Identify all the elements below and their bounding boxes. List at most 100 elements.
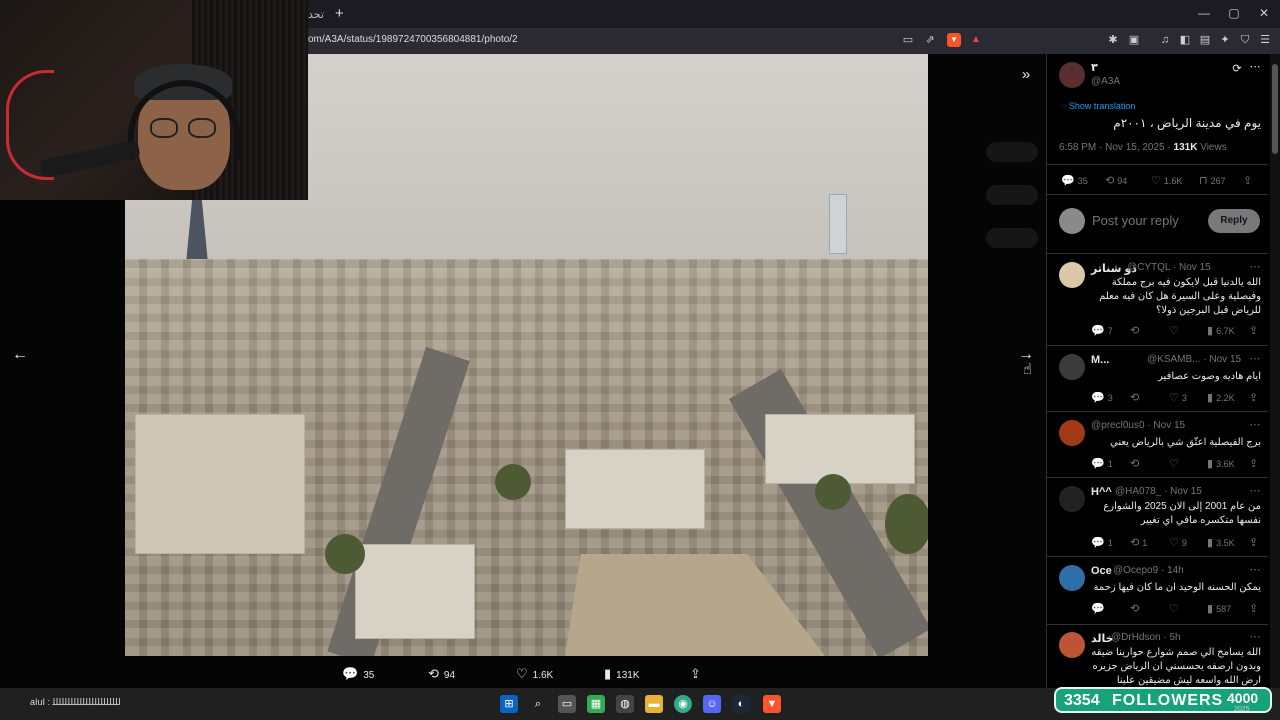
reply-reply-stat[interactable]: 💬 1: [1091, 536, 1113, 549]
reply-share-stat[interactable]: ⇪: [1249, 391, 1261, 404]
media-icon[interactable]: ♫: [1158, 33, 1172, 47]
tweet-like-stat[interactable]: ♡ 1.6K: [1151, 174, 1182, 187]
reply-avatar[interactable]: [1059, 486, 1085, 512]
reply-reply-stat[interactable]: 💬 1: [1091, 457, 1113, 470]
reply-repost-stat[interactable]: ⟲: [1130, 602, 1142, 615]
reply-share-stat[interactable]: ⇪: [1249, 324, 1261, 337]
panel-scrollbar[interactable]: [1270, 54, 1280, 688]
reply-views-stat[interactable]: ▮ 6.7K: [1207, 324, 1235, 337]
show-translation-link[interactable]: ◌ Show translation: [1061, 101, 1135, 111]
faded-button: [986, 142, 1038, 162]
task-view-icon[interactable]: ▭: [558, 695, 576, 713]
scroll-thumb[interactable]: [1272, 64, 1278, 154]
tree: [325, 534, 365, 574]
reply-reply-stat[interactable]: 💬: [1091, 602, 1108, 615]
brave-rewards-icon[interactable]: ▲: [969, 33, 983, 47]
leo-ai-icon[interactable]: ✦: [1218, 33, 1232, 47]
reply-repost-stat[interactable]: ⟲: [1130, 391, 1142, 404]
tweet-share-stat[interactable]: ⇪: [1243, 174, 1255, 187]
more-icon[interactable]: ⋯: [1248, 563, 1262, 577]
reply-like-stat[interactable]: ♡: [1169, 324, 1182, 337]
more-icon[interactable]: ⋯: [1248, 418, 1262, 432]
steam-icon[interactable]: ◐: [732, 695, 750, 713]
start-icon[interactable]: ⊞: [500, 695, 518, 713]
share-action[interactable]: ⇪: [690, 662, 706, 686]
cast-icon[interactable]: ▭: [901, 33, 915, 47]
reply-action[interactable]: 💬 35: [342, 662, 374, 686]
reply-reply-stat[interactable]: 💬 3: [1091, 391, 1113, 404]
expand-icon[interactable]: »: [1014, 66, 1038, 86]
reply-share-stat[interactable]: ⇪: [1249, 602, 1261, 615]
reply-name[interactable]: M...: [1091, 354, 1109, 366]
sidebar-icon[interactable]: ◧: [1178, 33, 1192, 47]
extensions-icon[interactable]: ✱: [1106, 33, 1120, 47]
app-icon[interactable]: ◍: [616, 695, 634, 713]
tweet-time[interactable]: 6:58 PM · Nov 15, 2025 ·: [1059, 142, 1171, 153]
author-avatar[interactable]: [1059, 62, 1085, 88]
reply-views-stat[interactable]: ▮ 587: [1207, 602, 1231, 615]
minimize-icon[interactable]: —: [1196, 6, 1212, 20]
reply-views-stat[interactable]: ▮ 2.2K: [1207, 391, 1235, 404]
reply-handle[interactable]: @KSAMB... · Nov 15: [1147, 354, 1241, 365]
new-tab-button[interactable]: +: [335, 5, 349, 23]
more-icon[interactable]: ⋯: [1248, 60, 1262, 74]
share-icon[interactable]: ⇗: [923, 33, 937, 47]
reply-share-stat[interactable]: ⇪: [1249, 457, 1261, 470]
reply-like-stat[interactable]: ♡: [1169, 457, 1182, 470]
reply-repost-stat[interactable]: ⟲: [1130, 324, 1142, 337]
reply-repost-stat[interactable]: ⟲: [1130, 457, 1142, 470]
reply-like-stat[interactable]: ♡ 3: [1169, 391, 1187, 404]
tweet-bookmark-stat[interactable]: ⊓ 267: [1199, 174, 1226, 187]
more-icon[interactable]: ⋯: [1248, 260, 1262, 274]
maximize-icon[interactable]: ▢: [1226, 6, 1242, 20]
tab-manager-icon[interactable]: ▣: [1127, 33, 1141, 47]
chrome-icon[interactable]: ◉: [674, 695, 692, 713]
brave-shields-icon[interactable]: ▼: [947, 33, 961, 47]
tweet-reply-stat[interactable]: 💬 35: [1061, 174, 1088, 187]
wallet-icon[interactable]: ▤: [1198, 33, 1212, 47]
reply-avatar[interactable]: [1059, 420, 1085, 446]
menu-icon[interactable]: ☰: [1258, 33, 1272, 47]
repost-action[interactable]: ⟲ 94: [428, 662, 455, 686]
my-avatar[interactable]: [1059, 208, 1085, 234]
like-action[interactable]: ♡ 1.6K: [516, 662, 553, 686]
author-handle[interactable]: @A3A: [1091, 76, 1120, 87]
reply-name[interactable]: H^^: [1091, 486, 1112, 498]
reply-name[interactable]: Oce: [1091, 565, 1112, 577]
close-window-icon[interactable]: ✕: [1256, 6, 1272, 20]
reply-handle[interactable]: @HA078_ · Nov 15: [1115, 486, 1202, 497]
address-bar[interactable]: om/A3A/status/1989724700356804881/photo/…: [308, 34, 518, 45]
reply-avatar[interactable]: [1059, 565, 1085, 591]
reply-repost-stat[interactable]: ⟲ 1: [1130, 536, 1147, 549]
brave-icon[interactable]: ▼: [763, 695, 781, 713]
reply-handle[interactable]: @Ocepo9 · 14h: [1113, 565, 1184, 576]
previous-photo-button[interactable]: ←: [8, 343, 32, 367]
search-icon[interactable]: ⌕: [529, 695, 547, 713]
more-icon[interactable]: ⋯: [1248, 352, 1262, 366]
grok-icon[interactable]: ⟳: [1230, 62, 1244, 76]
discord-icon[interactable]: ☺: [703, 695, 721, 713]
reply-handle[interactable]: @CYTQL · Nov 15: [1127, 262, 1211, 273]
author-name[interactable]: ٣: [1091, 61, 1098, 74]
reply-handle[interactable]: @precl0us0 · Nov 15: [1091, 420, 1185, 431]
reply-views-stat[interactable]: ▮ 3.5K: [1207, 536, 1235, 549]
reply-handle[interactable]: @DrHdson · 5h: [1111, 632, 1181, 643]
reply-avatar[interactable]: [1059, 632, 1085, 658]
reply-button[interactable]: Reply: [1208, 209, 1260, 233]
reply-like-stat[interactable]: ♡ 9: [1169, 536, 1187, 549]
more-icon[interactable]: ⋯: [1248, 484, 1262, 498]
heart-icon: ♡: [1169, 603, 1179, 615]
reply-avatar[interactable]: [1059, 354, 1085, 380]
views-action[interactable]: ▮ 131K: [604, 662, 640, 686]
store-icon[interactable]: ▦: [587, 695, 605, 713]
reply-views-stat[interactable]: ▮ 3.6K: [1207, 457, 1235, 470]
reply-input[interactable]: Post your reply: [1092, 213, 1179, 228]
reply-like-stat[interactable]: ♡: [1169, 602, 1182, 615]
reply-share-stat[interactable]: ⇪: [1249, 536, 1261, 549]
more-icon[interactable]: ⋯: [1248, 630, 1262, 644]
reply-avatar[interactable]: [1059, 262, 1085, 288]
file-explorer-icon[interactable]: ▬: [645, 695, 663, 713]
reply-reply-stat[interactable]: 💬 7: [1091, 324, 1113, 337]
vpn-icon[interactable]: ⛉: [1238, 33, 1252, 47]
tweet-repost-stat[interactable]: ⟲ 94: [1105, 174, 1127, 187]
